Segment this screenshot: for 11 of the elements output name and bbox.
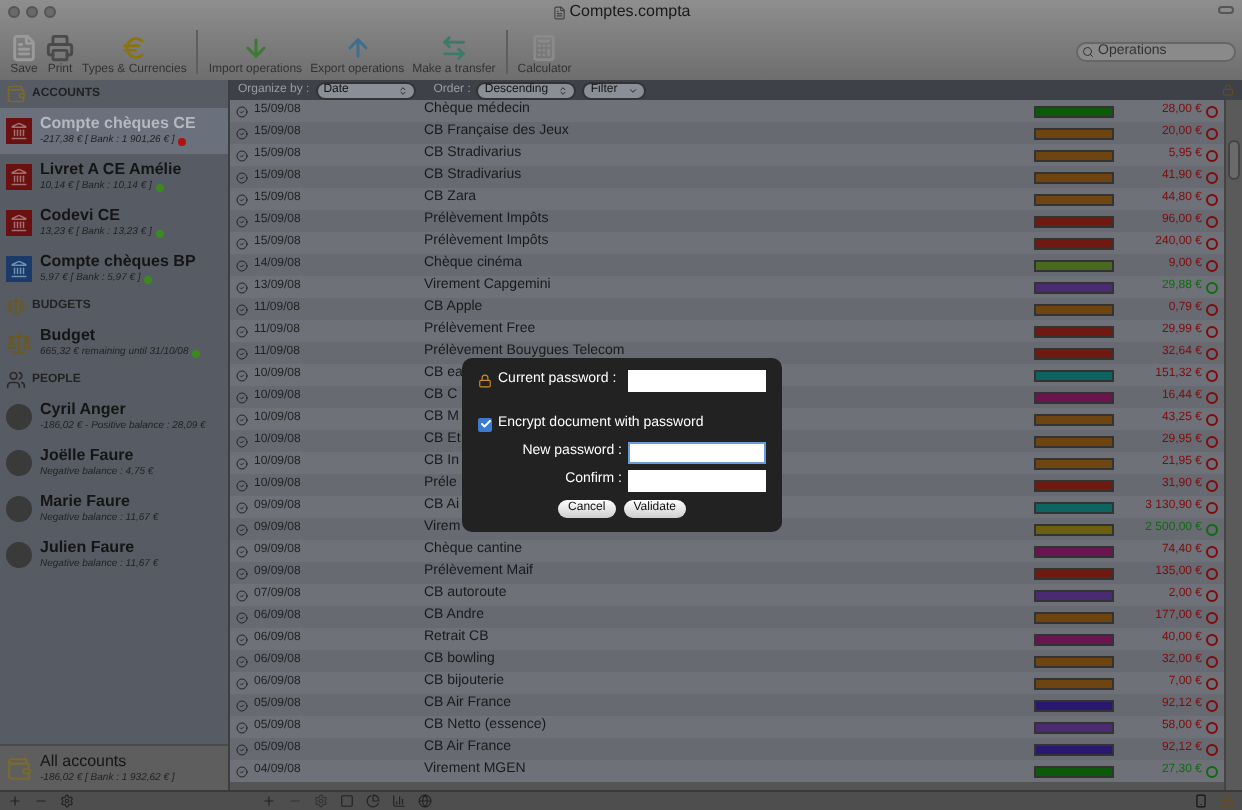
item-name: Cyril Anger <box>40 400 128 420</box>
item-name: Julien Faure <box>40 538 137 558</box>
item-name: Compte chèques CE <box>40 114 196 134</box>
item-name: All accounts <box>40 751 129 771</box>
item-name: Marie Faure <box>40 492 132 512</box>
item-name: Compte chèques BP <box>40 252 196 272</box>
item-name: Budget <box>40 326 98 346</box>
item-name: Livret A CE Amélie <box>40 160 182 180</box>
item-name: Codevi CE <box>40 206 123 226</box>
window-title: Comptes.compta <box>569 0 691 24</box>
item-name: Joëlle Faure <box>40 446 136 466</box>
